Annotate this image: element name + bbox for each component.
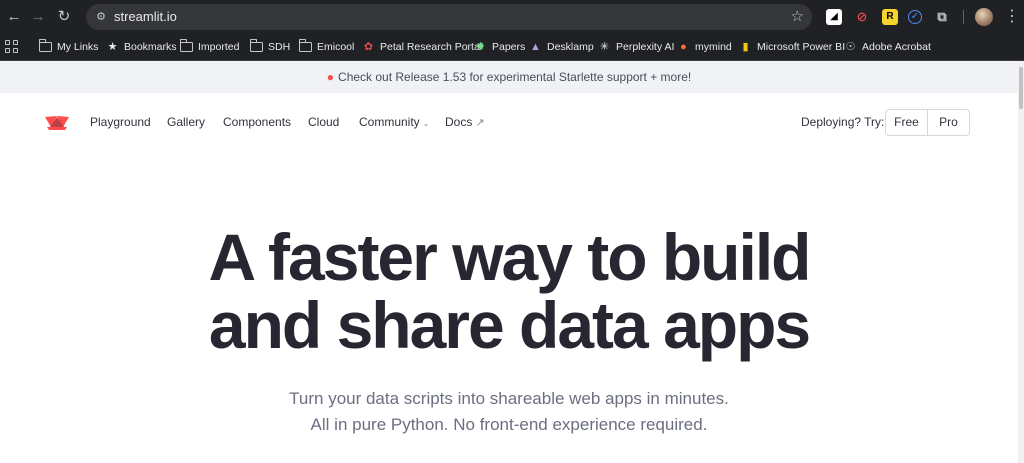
reload-icon[interactable]: ↻ (55, 8, 73, 26)
pro-button[interactable]: Pro (927, 110, 969, 135)
notion-extension-icon[interactable]: ◢ (826, 9, 842, 25)
nav-components[interactable]: Components (223, 113, 291, 131)
bookmark-label: SDH (268, 41, 291, 53)
nav-cloud[interactable]: Cloud (308, 113, 339, 131)
nav-community[interactable]: Community ⌄ (359, 113, 429, 133)
toolbar-divider (963, 10, 964, 24)
nav-community-label: Community (359, 115, 420, 129)
bookmark-label: Bookmarks (124, 41, 177, 53)
nav-docs[interactable]: Docs ↗ (445, 113, 485, 132)
folder-icon (179, 39, 193, 52)
perplexity-icon: ✳ (599, 40, 610, 53)
bookmark-label: Petal Research Portal (380, 41, 483, 53)
bookmark-power-bi[interactable]: ▮ Microsoft Power BI (739, 34, 845, 60)
clip-extension-icon[interactable]: ⊘ (854, 9, 870, 25)
bookmark-my-links[interactable]: My Links (38, 34, 99, 60)
address-bar[interactable]: ⚙ streamlit.io ☆ (86, 4, 812, 30)
folder-icon (249, 39, 263, 52)
bookmark-bookmarks[interactable]: ★ Bookmarks (106, 34, 177, 60)
bookmark-label: Emicool (317, 41, 355, 53)
hero-subtitle-line: All in pure Python. No front-end experie… (310, 415, 708, 434)
folder-icon (38, 39, 52, 52)
bookmark-label: Adobe Acrobat (862, 41, 931, 53)
desklamp-icon: ▲ (530, 40, 541, 53)
bookmark-emicool[interactable]: Emicool (298, 34, 355, 60)
nav-playground[interactable]: Playground (90, 113, 151, 131)
bookmarks-bar: My Links ★ Bookmarks Imported SDH Emicoo… (0, 34, 1024, 61)
forward-icon[interactable]: → (29, 8, 47, 26)
hero-title-line: and share data apps (208, 288, 811, 362)
url-text[interactable]: streamlit.io (114, 4, 177, 30)
bookmark-label: mymind (695, 41, 732, 53)
back-icon[interactable]: ← (5, 8, 23, 26)
hero-title: A faster way to build and share data app… (0, 223, 1018, 359)
balloon-icon: ● (326, 70, 335, 84)
external-link-icon: ↗ (475, 117, 485, 129)
bookmark-sdh[interactable]: SDH (249, 34, 291, 60)
petal-icon: ✿ (363, 40, 374, 53)
bookmark-papers[interactable]: ✸ Papers (474, 34, 525, 60)
deploy-button-group: Free Pro (885, 109, 970, 136)
bookmark-label: Imported (198, 41, 240, 53)
hero-subtitle: Turn your data scripts into shareable we… (0, 386, 1018, 438)
bookmark-label: Papers (492, 41, 526, 53)
deploy-label: Deploying? Try: (801, 115, 885, 129)
bookmark-imported[interactable]: Imported (179, 34, 240, 60)
bookmark-label: Perplexity AI (616, 41, 675, 53)
profile-avatar[interactable] (975, 8, 993, 26)
bookmark-adobe-acrobat[interactable]: ☉ Adobe Acrobat (844, 34, 931, 60)
scrollbar-thumb[interactable] (1019, 67, 1023, 109)
browser-menu-icon[interactable]: ⋮ (1004, 8, 1020, 26)
chevron-down-icon: ⌄ (422, 119, 430, 128)
puzzle-extension-icon[interactable]: ⧉ (934, 9, 950, 25)
readwise-extension-icon[interactable]: R (882, 9, 898, 25)
globe-icon: ☉ (845, 40, 856, 53)
folder-icon (298, 39, 312, 52)
apps-grid-icon[interactable] (5, 40, 19, 54)
nav-gallery[interactable]: Gallery (167, 113, 205, 131)
nav-docs-label: Docs (445, 115, 473, 129)
bookmark-desklamp[interactable]: ▲ Desklamp (529, 34, 594, 60)
powerbi-icon: ▮ (742, 40, 749, 53)
bookmark-mymind[interactable]: ● mymind (677, 34, 732, 60)
bookmark-perplexity[interactable]: ✳ Perplexity AI (598, 34, 674, 60)
bookmark-label: My Links (57, 41, 99, 53)
check-extension-icon[interactable]: ✓ (908, 10, 922, 24)
release-banner[interactable]: ● Check out Release 1.53 for experimental… (0, 61, 1018, 93)
free-button[interactable]: Free (886, 110, 927, 135)
hero-subtitle-line: Turn your data scripts into shareable we… (289, 389, 729, 408)
browser-toolbar: ← → ↻ ⚙ streamlit.io ☆ ◢ ⊘ R ✓ ⧉ ⋮ (0, 0, 1024, 34)
bookmark-star-icon[interactable]: ☆ (791, 8, 804, 26)
hero-title-line: A faster way to build (208, 220, 812, 294)
bookmark-label: Microsoft Power BI (757, 41, 846, 53)
papers-icon: ✸ (475, 40, 486, 53)
bookmark-label: Desklamp (547, 41, 594, 53)
star-icon: ★ (107, 40, 118, 53)
banner-text: Check out Release 1.53 for experimental … (338, 70, 692, 84)
site-info-icon[interactable]: ⚙ (94, 10, 108, 24)
bookmark-petal[interactable]: ✿ Petal Research Portal (362, 34, 482, 60)
page-scrollbar[interactable] (1018, 61, 1024, 463)
streamlit-logo[interactable] (44, 113, 70, 131)
mymind-icon: ● (680, 40, 687, 53)
